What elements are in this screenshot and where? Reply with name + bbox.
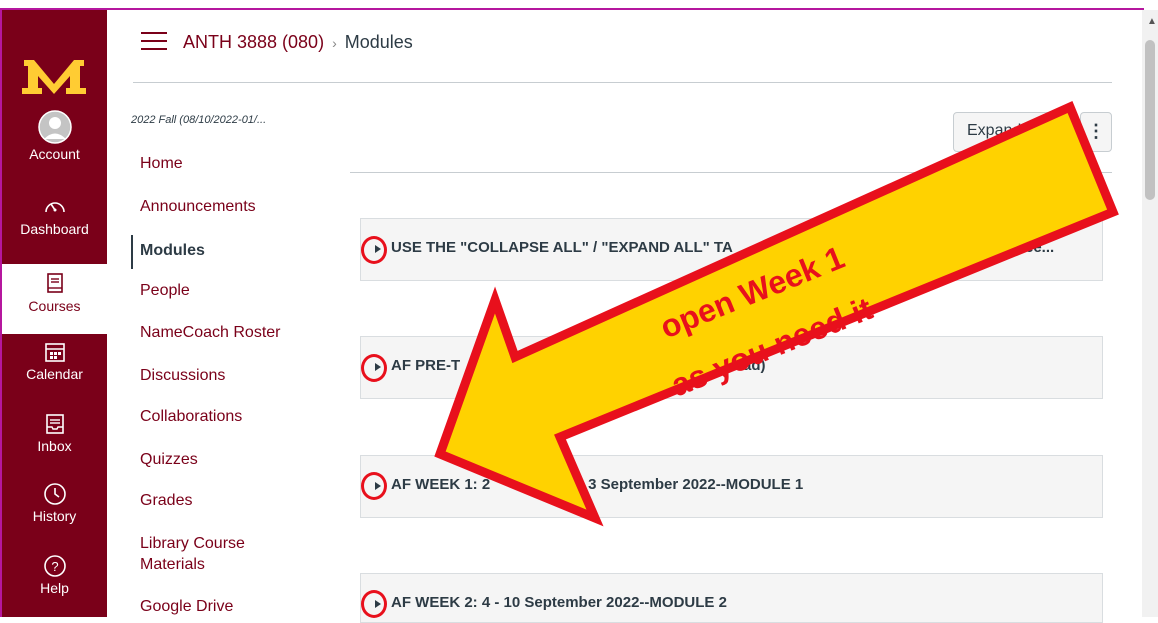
course-nav-announcements[interactable]: Announcements [140,196,256,217]
annotation-circle [361,590,387,618]
breadcrumb-current: Modules [344,32,413,52]
term-label: 2022 Fall (08/10/2022-01/... [131,114,267,126]
annotation-circle [361,354,387,382]
breadcrumb: ANTH 3888 (080) › Modules [183,32,413,53]
expand-all-button[interactable]: Expand [953,112,1075,152]
module-header-row[interactable]: AF WEEK 1: 2 - 3 September 2022--MODULE … [360,455,1103,518]
course-nav-grades[interactable]: Grades [140,490,192,511]
course-nav-home[interactable]: Home [140,153,183,174]
course-nav-library-course-materials[interactable]: Library Course Materials [140,533,245,575]
module-title: AF WEEK 1: 2 [391,476,491,493]
window-top-edge [0,0,1158,8]
module-title: AF PRE-T [391,357,461,374]
annotation-circle [361,472,387,500]
module-title-tail: ee... [1025,239,1055,256]
course-nav-discussions[interactable]: Discussions [140,365,225,386]
course-nav-namecoach-roster[interactable]: NameCoach Roster [140,322,281,343]
module-header-row[interactable]: AF WEEK 2: 4 - 10 September 2022--MODULE… [360,573,1103,623]
course-nav-modules[interactable]: Modules [140,240,205,261]
toolbar-divider [350,172,1112,173]
course-nav-people[interactable]: People [140,280,190,301]
breadcrumb-course-link[interactable]: ANTH 3888 (080) [183,32,324,52]
course-nav-quizzes[interactable]: Quizzes [140,449,198,470]
header-divider [133,82,1112,83]
hamburger-menu-icon[interactable] [141,32,167,52]
more-options-button[interactable]: ⋮ [1080,112,1112,152]
module-header-row[interactable]: USE THE "COLLAPSE ALL" / "EXPAND ALL" TA… [360,218,1103,281]
course-nav-collaborations[interactable]: Collaborations [140,406,242,427]
annotation-circle [361,236,387,264]
window-border [0,8,1144,617]
scrollbar-thumb[interactable] [1145,40,1155,200]
scroll-up-arrow-icon[interactable]: ▲ [1147,16,1157,27]
module-title: AF WEEK 2: 4 - 10 September 2022--MODULE… [391,594,727,611]
module-title: USE THE "COLLAPSE ALL" / "EXPAND ALL" TA [391,239,733,256]
breadcrumb-separator-icon: › [332,35,337,51]
module-title-tail: - 3 September 2022--MODULE 1 [579,476,804,493]
page-header: ANTH 3888 (080) › Modules [107,10,1142,82]
active-indicator [131,235,133,269]
course-nav-google-drive[interactable]: Google Drive [140,596,233,617]
